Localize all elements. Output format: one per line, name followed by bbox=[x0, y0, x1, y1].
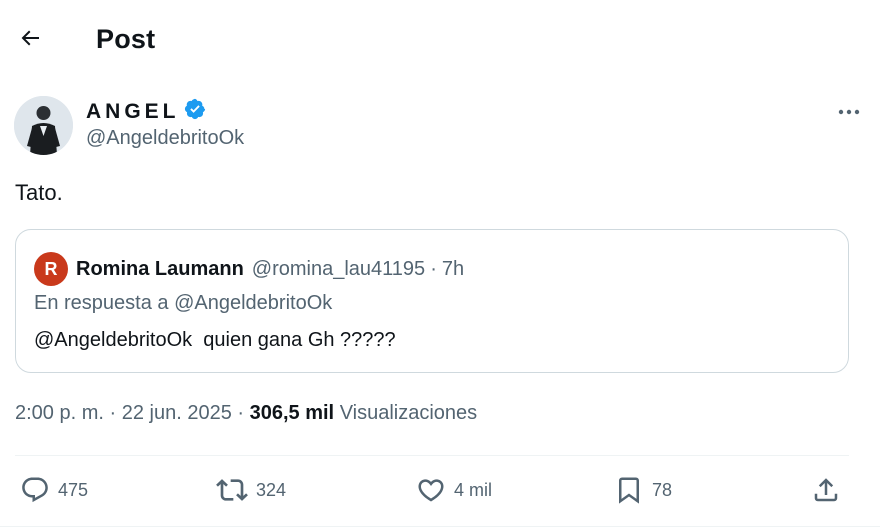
reply-button[interactable]: 475 bbox=[20, 470, 88, 510]
quote-reply-context: En respuesta a @AngeldebritoOk bbox=[34, 292, 333, 314]
tweet-meta: 2:00 p. m. · 22 jun. 2025 · 306,5 mil Vi… bbox=[15, 402, 477, 425]
heart-icon bbox=[416, 475, 446, 505]
author-name[interactable]: ANGEL bbox=[86, 100, 180, 124]
bookmark-count: 78 bbox=[652, 479, 673, 500]
quote-author-name[interactable]: Romina Laumann bbox=[76, 258, 244, 281]
quote-author-handle[interactable]: @romina_lau41195 bbox=[252, 258, 425, 281]
like-button[interactable]: 4 mil bbox=[416, 470, 492, 510]
repost-button[interactable]: 324 bbox=[216, 470, 286, 510]
tweet-text: Tato. bbox=[15, 180, 63, 205]
quote-text: @AngeldebritoOk quien gana Gh ????? bbox=[34, 329, 396, 351]
views-count: 306,5 mil bbox=[249, 402, 335, 424]
bookmark-button[interactable]: 78 bbox=[614, 470, 672, 510]
arrow-left-icon bbox=[18, 26, 42, 55]
author-handle[interactable]: @AngeldebritoOk bbox=[86, 127, 244, 150]
quote-avatar[interactable]: R bbox=[34, 252, 68, 286]
reply-count: 475 bbox=[58, 479, 89, 500]
quote-timestamp[interactable]: 7h bbox=[442, 258, 464, 281]
reply-icon bbox=[20, 475, 50, 505]
repost-count: 324 bbox=[256, 479, 287, 500]
share-button[interactable] bbox=[811, 470, 841, 510]
quote-separator: · bbox=[430, 257, 437, 280]
action-bar: 475 324 4 mil 78 bbox=[0, 470, 880, 510]
like-count: 4 mil bbox=[454, 479, 493, 500]
bookmark-icon bbox=[614, 475, 644, 505]
divider bbox=[15, 455, 849, 456]
author-row: ANGEL @AngeldebritoOk bbox=[14, 96, 864, 156]
page-title: Post bbox=[96, 24, 156, 54]
more-horizontal-icon bbox=[837, 103, 861, 121]
top-bar: Post bbox=[0, 0, 880, 80]
views-label: Visualizaciones bbox=[339, 402, 478, 424]
share-icon bbox=[811, 475, 841, 505]
more-options-button[interactable] bbox=[834, 100, 864, 124]
verified-badge-icon bbox=[184, 98, 206, 125]
meta-separator-2: · bbox=[231, 402, 250, 424]
tweet-date[interactable]: 22 jun. 2025 bbox=[122, 402, 232, 425]
bottom-divider bbox=[0, 526, 880, 527]
repost-icon bbox=[216, 474, 248, 506]
tweet-time[interactable]: 2:00 p. m. bbox=[15, 402, 104, 425]
quoted-tweet[interactable]: R Romina Laumann @romina_lau41195 · 7h E… bbox=[15, 229, 849, 373]
meta-separator: · bbox=[103, 402, 122, 424]
back-button[interactable] bbox=[12, 22, 48, 58]
avatar[interactable] bbox=[14, 96, 73, 155]
